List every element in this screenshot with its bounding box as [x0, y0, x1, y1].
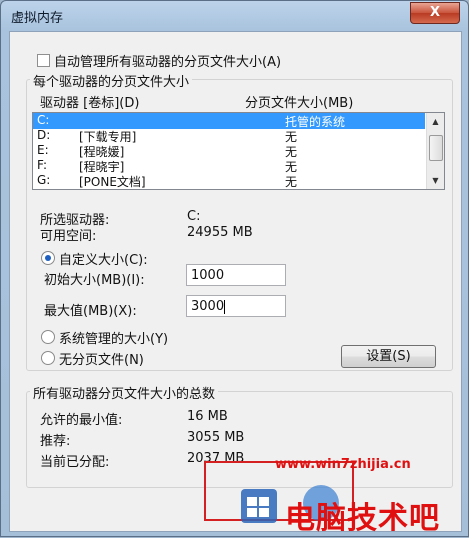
- watermark-text: 电脑技术吧: [285, 501, 440, 536]
- drive-paging-size: 无: [285, 175, 298, 189]
- scroll-down-icon[interactable]: ▼: [427, 172, 444, 189]
- no-paging-radio[interactable]: [41, 351, 55, 365]
- virtual-memory-dialog: 虚拟内存 X 自动管理所有驱动器的分页文件大小(A) 每个驱动器的分页文件大小 …: [0, 0, 469, 537]
- max-size-label: 最大值(MB)(X):: [44, 304, 137, 319]
- title-bar[interactable]: 虚拟内存 X: [1, 1, 468, 31]
- set-button[interactable]: 设置(S): [341, 345, 436, 368]
- drive-row[interactable]: D: [下载专用] 无: [33, 128, 425, 144]
- drive-row[interactable]: F: [程晓宇] 无: [33, 158, 425, 174]
- system-managed-radio[interactable]: [41, 330, 55, 344]
- drive-letter: C:: [37, 113, 50, 127]
- scroll-thumb[interactable]: [429, 135, 443, 161]
- initial-size-input[interactable]: 1000: [186, 264, 286, 286]
- custom-size-label[interactable]: 自定义大小(C):: [59, 249, 148, 268]
- watermark-url: www.win7zhijia.cn: [275, 457, 411, 472]
- auto-manage-label[interactable]: 自动管理所有驱动器的分页文件大小(A): [54, 51, 281, 70]
- no-paging-label[interactable]: 无分页文件(N): [59, 349, 144, 368]
- drive-volume-label: [PONE文档]: [79, 175, 146, 189]
- drive-letter: D:: [37, 128, 51, 142]
- col-header-drive: 驱动器 [卷标](D): [40, 96, 140, 111]
- min-allowed-value: 16 MB: [187, 409, 228, 424]
- col-header-size: 分页文件大小(MB): [245, 96, 354, 111]
- text-caret: [224, 299, 226, 314]
- allocated-label: 当前已分配:: [40, 455, 110, 470]
- total-group-label: 所有驱动器分页文件大小的总数: [30, 383, 219, 402]
- drive-row[interactable]: G: [PONE文档] 无: [33, 173, 425, 189]
- max-size-input[interactable]: 3000: [186, 295, 286, 317]
- recommended-label: 推荐:: [40, 434, 71, 449]
- drive-list[interactable]: C: 托管的系统 D: [下载专用] 无 E: [程晓媛] 无 F: [程晓宇]…: [32, 112, 445, 190]
- site-watermark: www.win7zhijia.cn 电脑技术吧: [241, 457, 469, 538]
- drive-row[interactable]: C: 托管的系统: [33, 113, 425, 129]
- drive-letter: G:: [37, 173, 51, 187]
- per-drive-group-label: 每个驱动器的分页文件大小: [30, 71, 193, 90]
- auto-manage-checkbox[interactable]: [37, 54, 50, 67]
- drive-letter: F:: [37, 158, 48, 172]
- system-managed-label[interactable]: 系统管理的大小(Y): [59, 328, 168, 347]
- max-size-value: 3000: [191, 299, 225, 314]
- free-space-label: 可用空间:: [40, 229, 97, 244]
- initial-size-label: 初始大小(MB)(I):: [44, 273, 145, 288]
- drive-letter: E:: [37, 143, 49, 157]
- min-allowed-label: 允许的最小值:: [40, 413, 123, 428]
- drive-list-scrollbar[interactable]: ▲ ▼: [426, 113, 444, 189]
- selected-drive-value: C:: [187, 209, 201, 224]
- close-button[interactable]: X: [410, 2, 460, 24]
- window-title: 虚拟内存: [11, 11, 64, 26]
- free-space-value: 24955 MB: [187, 225, 253, 240]
- scroll-up-icon[interactable]: ▲: [427, 113, 444, 130]
- custom-size-radio[interactable]: [41, 251, 55, 265]
- recommended-value: 3055 MB: [187, 430, 245, 445]
- drive-row[interactable]: E: [程晓媛] 无: [33, 143, 425, 159]
